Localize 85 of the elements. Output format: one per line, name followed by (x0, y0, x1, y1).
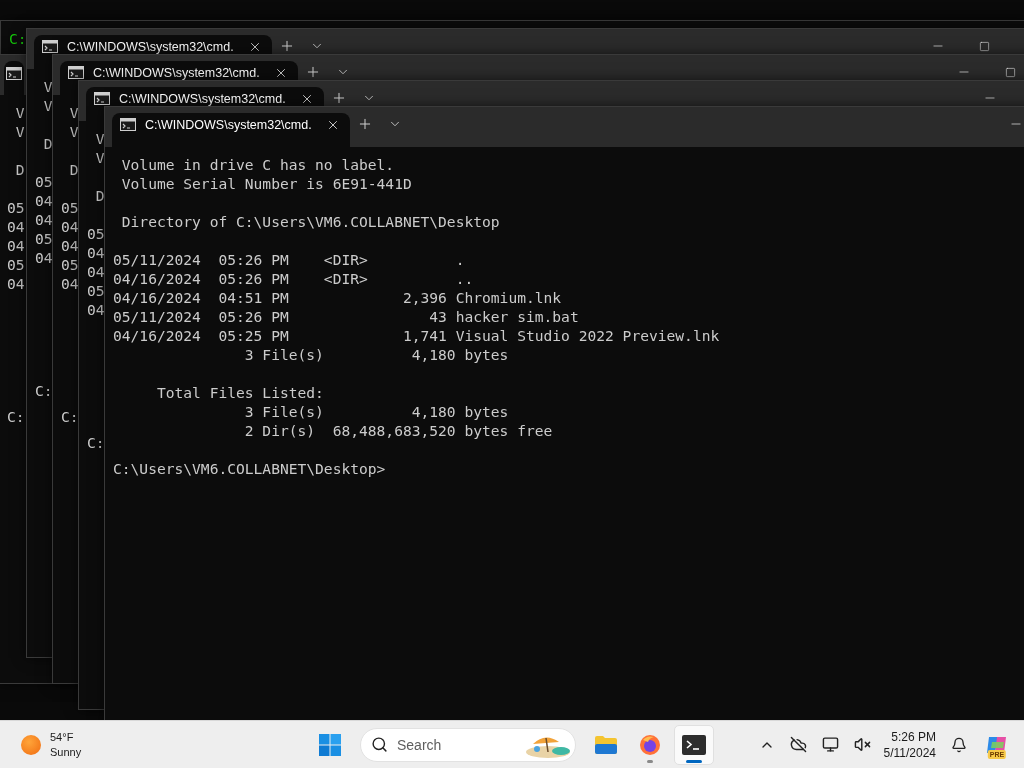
console-line: D (68, 160, 79, 179)
console-line: Volume in drive C has no label. (120, 155, 395, 174)
console-line: 05 (87, 224, 105, 243)
plus-icon (331, 90, 347, 106)
console-line: V (68, 122, 79, 141)
console-icon (120, 118, 136, 131)
console-line: C: (87, 433, 105, 452)
console-line: 04 (7, 274, 25, 293)
console-line: V (68, 103, 79, 122)
temperature[interactable]: 54°F (50, 729, 82, 745)
console-line: 04/16/2024 04:51 PM 2,396 Chromium.lnk (113, 288, 562, 307)
notification-icon[interactable] (951, 736, 967, 753)
cloud-off-icon[interactable] (790, 736, 807, 753)
taskbar-app-button[interactable] (674, 724, 714, 765)
console-line: 05 (87, 281, 105, 300)
console-line: V (42, 96, 53, 115)
console-line: D (94, 186, 105, 205)
close-icon[interactable] (300, 92, 314, 106)
terminal-tab[interactable] (4, 61, 24, 95)
search-field[interactable]: Search (397, 736, 516, 753)
terminal-icon (682, 734, 706, 755)
clock-time: 5:26 PM (891, 728, 936, 745)
maximize-icon[interactable] (1004, 66, 1016, 78)
console-line: 04 (61, 274, 79, 293)
console-line: 04 (61, 217, 79, 236)
console-line: Volume Serial Number is 6E91-441D (120, 174, 412, 193)
console-line: V (42, 77, 53, 96)
console-icon (94, 92, 110, 105)
monitor-icon[interactable] (822, 736, 839, 753)
console-line: 04 (61, 236, 79, 255)
console-line: 04 (87, 300, 105, 319)
search-bar[interactable]: Search (360, 727, 576, 762)
console-line: D (14, 160, 25, 179)
console-line: 04 (7, 217, 25, 236)
sun-icon (21, 734, 41, 755)
console-line: 04 (87, 262, 105, 281)
console-line: Total Files Listed: (155, 383, 324, 402)
start-icon (319, 733, 341, 756)
weather-condition[interactable]: Sunny (50, 744, 82, 760)
console-line: C:\Users\VM6.COLLABNET\Desktop> (113, 459, 386, 478)
console-line: V (14, 122, 25, 141)
volume-muted-icon[interactable] (854, 736, 871, 753)
console-line: 3 File(s) 4,180 bytes (243, 345, 509, 364)
console-line: 04/16/2024 05:25 PM 1,741 Visual Studio 2022 Preview.lnk (113, 326, 720, 345)
console-line: 05/11/2024 05:26 PM 43 hacker sim.bat (113, 307, 579, 326)
console-icon (68, 66, 84, 79)
console-line: V (14, 103, 25, 122)
plus-icon (357, 116, 373, 132)
console-line: 05/11/2024 05:26 PM <DIR> . (113, 250, 465, 269)
console-line: Directory of C:\Users\VM6.COLLABNET\Desktop (120, 212, 500, 231)
close-icon[interactable] (248, 40, 262, 54)
clock[interactable]: 5:26 PM 5/11/2024 (879, 728, 942, 761)
console-line: C: (7, 407, 25, 426)
console-line: 05 (7, 198, 25, 217)
console-line: 04 (35, 210, 53, 229)
console-line: C: (35, 381, 53, 400)
console-line: 04 (35, 248, 53, 267)
console-line: V (94, 129, 105, 148)
console-icon (42, 40, 58, 53)
console-line: 2 Dir(s) 68,488,683,520 bytes free (243, 421, 553, 440)
plus-icon (279, 38, 295, 54)
console-line: 05 (61, 255, 79, 274)
console-icon (6, 67, 22, 80)
console-line: D (42, 134, 53, 153)
console-line: V (94, 148, 105, 167)
console-line: 04 (35, 191, 53, 210)
browser-icon (639, 733, 661, 756)
console-line: 05 (7, 255, 25, 274)
search-icon (371, 736, 388, 753)
clock-date: 5/11/2024 (883, 744, 936, 761)
close-icon[interactable] (274, 66, 288, 80)
terminal-tab[interactable]: C:\WINDOWS\system32\cmd. (112, 113, 350, 147)
close-icon[interactable] (326, 118, 340, 132)
folder-icon (594, 734, 618, 755)
console-line: 05 (35, 229, 53, 248)
maximize-icon[interactable] (978, 40, 990, 52)
console-line: 04 (7, 236, 25, 255)
console-line: C: (9, 29, 27, 48)
console-line: 04/16/2024 05:26 PM <DIR> .. (113, 269, 474, 288)
console-line: 05 (61, 198, 79, 217)
console-line: 3 File(s) 4,180 bytes (243, 402, 509, 421)
plus-icon (305, 64, 321, 80)
console-line: 04 (87, 243, 105, 262)
console-line: C: (61, 407, 79, 426)
console-line: 05 (35, 172, 53, 191)
